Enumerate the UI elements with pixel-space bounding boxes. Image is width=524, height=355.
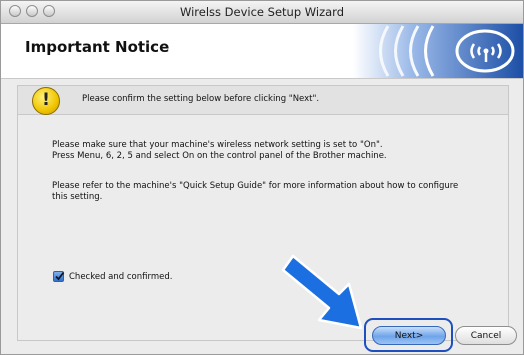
reference-line-2: this setting. xyxy=(52,192,103,202)
instruction-line-2: Press Menu, 6, 2, 5 and select On on the… xyxy=(52,151,387,161)
confirm-checkbox-label[interactable]: Checked and confirmed. xyxy=(69,272,172,282)
notice-bar: ! Please confirm the setting below befor… xyxy=(17,85,509,115)
instruction-line-1: Please make sure that your machine's wir… xyxy=(52,140,383,150)
reference-line-1: Please refer to the machine's "Quick Set… xyxy=(52,181,459,191)
cancel-button[interactable]: Cancel xyxy=(455,326,517,345)
title-bar[interactable]: Wirelss Device Setup Wizard xyxy=(1,1,523,24)
checkmark-icon xyxy=(55,271,65,281)
wizard-window: Wirelss Device Setup Wizard Important No… xyxy=(0,0,524,355)
next-button[interactable]: Next> xyxy=(372,326,446,345)
wireless-logo-icon xyxy=(353,24,523,78)
warning-icon: ! xyxy=(32,87,60,115)
page-title: Important Notice xyxy=(25,38,170,56)
header-banner: Important Notice xyxy=(1,24,523,79)
confirm-checkbox[interactable] xyxy=(53,271,65,282)
pointer-arrow-icon xyxy=(281,254,363,330)
notice-text: Please confirm the setting below before … xyxy=(82,94,320,104)
content-panel: Please make sure that your machine's wir… xyxy=(17,115,509,341)
window-title: Wirelss Device Setup Wizard xyxy=(179,5,345,19)
